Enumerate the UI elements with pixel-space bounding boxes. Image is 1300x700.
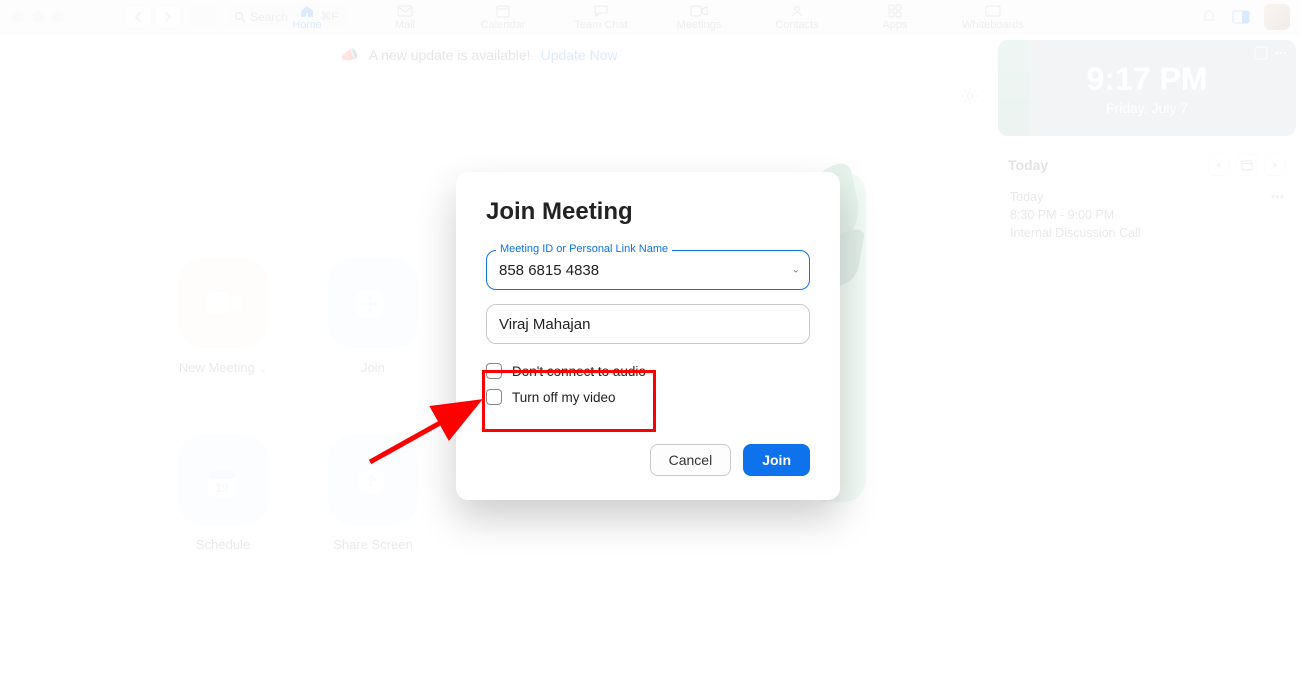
annotation-highlight-box [482, 370, 656, 432]
nav-home[interactable]: Home [272, 4, 342, 31]
clock-time: 9:17 PM [1087, 61, 1208, 98]
more-icon[interactable] [1274, 46, 1288, 60]
nav-calendar[interactable]: Calendar [468, 4, 538, 31]
video-icon [205, 289, 241, 317]
nav-meetings[interactable]: Meetings [664, 4, 734, 31]
main-tiles: New Meeting⌄ Join 19 Schedule Share Scre… [158, 258, 438, 552]
apps-icon [886, 4, 904, 18]
tile-schedule[interactable]: 19 Schedule [158, 435, 288, 552]
event-more-icon[interactable]: ••• [1271, 190, 1284, 204]
tile-new-meeting[interactable]: New Meeting⌄ [158, 258, 288, 375]
meeting-id-input[interactable] [486, 250, 810, 290]
notifications-icon[interactable] [1200, 8, 1218, 26]
tile-join[interactable]: Join [308, 258, 438, 375]
whiteboard-icon [984, 4, 1002, 18]
cancel-button[interactable]: Cancel [650, 444, 732, 476]
titlebar: Search ⌘F Home Mail Calendar Team Chat M… [0, 0, 1300, 34]
share-icon [355, 466, 391, 494]
event-title: Internal Discussion Call [1010, 226, 1284, 240]
expand-icon[interactable] [1254, 46, 1268, 60]
name-field[interactable] [486, 304, 810, 344]
nav-whiteboards[interactable]: Whiteboards [958, 4, 1028, 31]
join-meeting-modal: Join Meeting Meeting ID or Personal Link… [456, 172, 840, 500]
event-day: Today [1010, 190, 1043, 204]
chevron-down-icon: ⌄ [259, 364, 267, 375]
chevron-down-icon[interactable]: ⌄ [792, 265, 800, 276]
event-item[interactable]: Today ••• 8:30 PM - 9:00 PM Internal Dis… [998, 190, 1296, 240]
join-button[interactable]: Join [743, 444, 810, 476]
update-banner: 📣 A new update is available! Update Now [340, 46, 618, 64]
mail-icon [396, 4, 414, 18]
svg-text:19: 19 [215, 481, 229, 495]
prev-day-button[interactable]: ‹ [1208, 154, 1230, 176]
meeting-id-field[interactable]: Meeting ID or Personal Link Name ⌄ [486, 250, 810, 290]
nav-team-chat[interactable]: Team Chat [566, 4, 636, 31]
calendar-icon: 19 [205, 466, 241, 494]
nav-mail[interactable]: Mail [370, 4, 440, 31]
name-input[interactable] [486, 304, 810, 344]
nav-apps[interactable]: Apps [860, 4, 930, 31]
clock-card: 9:17 PM Friday, July 7 [998, 40, 1296, 136]
next-day-button[interactable]: › [1264, 154, 1286, 176]
home-icon [298, 4, 316, 18]
tile-share-screen[interactable]: Share Screen [308, 435, 438, 552]
sidebar-toggle-icon[interactable] [1232, 8, 1250, 26]
meeting-id-label: Meeting ID or Personal Link Name [496, 243, 672, 255]
gear-icon[interactable] [960, 86, 980, 106]
video-icon [690, 4, 708, 18]
top-nav: Home Mail Calendar Team Chat Meetings Co… [0, 0, 1300, 34]
update-now-link[interactable]: Update Now [541, 47, 618, 63]
calendar-icon [494, 4, 512, 18]
megaphone-icon: 📣 [340, 46, 359, 64]
contacts-icon [788, 4, 806, 18]
chat-icon [592, 4, 610, 18]
nav-contacts[interactable]: Contacts [762, 4, 832, 31]
side-panel: 9:17 PM Friday, July 7 Today ‹ › Today •… [998, 40, 1296, 696]
modal-title: Join Meeting [486, 198, 810, 226]
avatar[interactable] [1264, 4, 1290, 30]
event-time: 8:30 PM - 9:00 PM [1010, 208, 1284, 222]
today-label: Today [1008, 157, 1048, 173]
plus-icon [355, 289, 391, 317]
calendar-button[interactable] [1236, 154, 1258, 176]
banner-text: A new update is available! [369, 47, 531, 63]
clock-date: Friday, July 7 [1106, 100, 1188, 116]
